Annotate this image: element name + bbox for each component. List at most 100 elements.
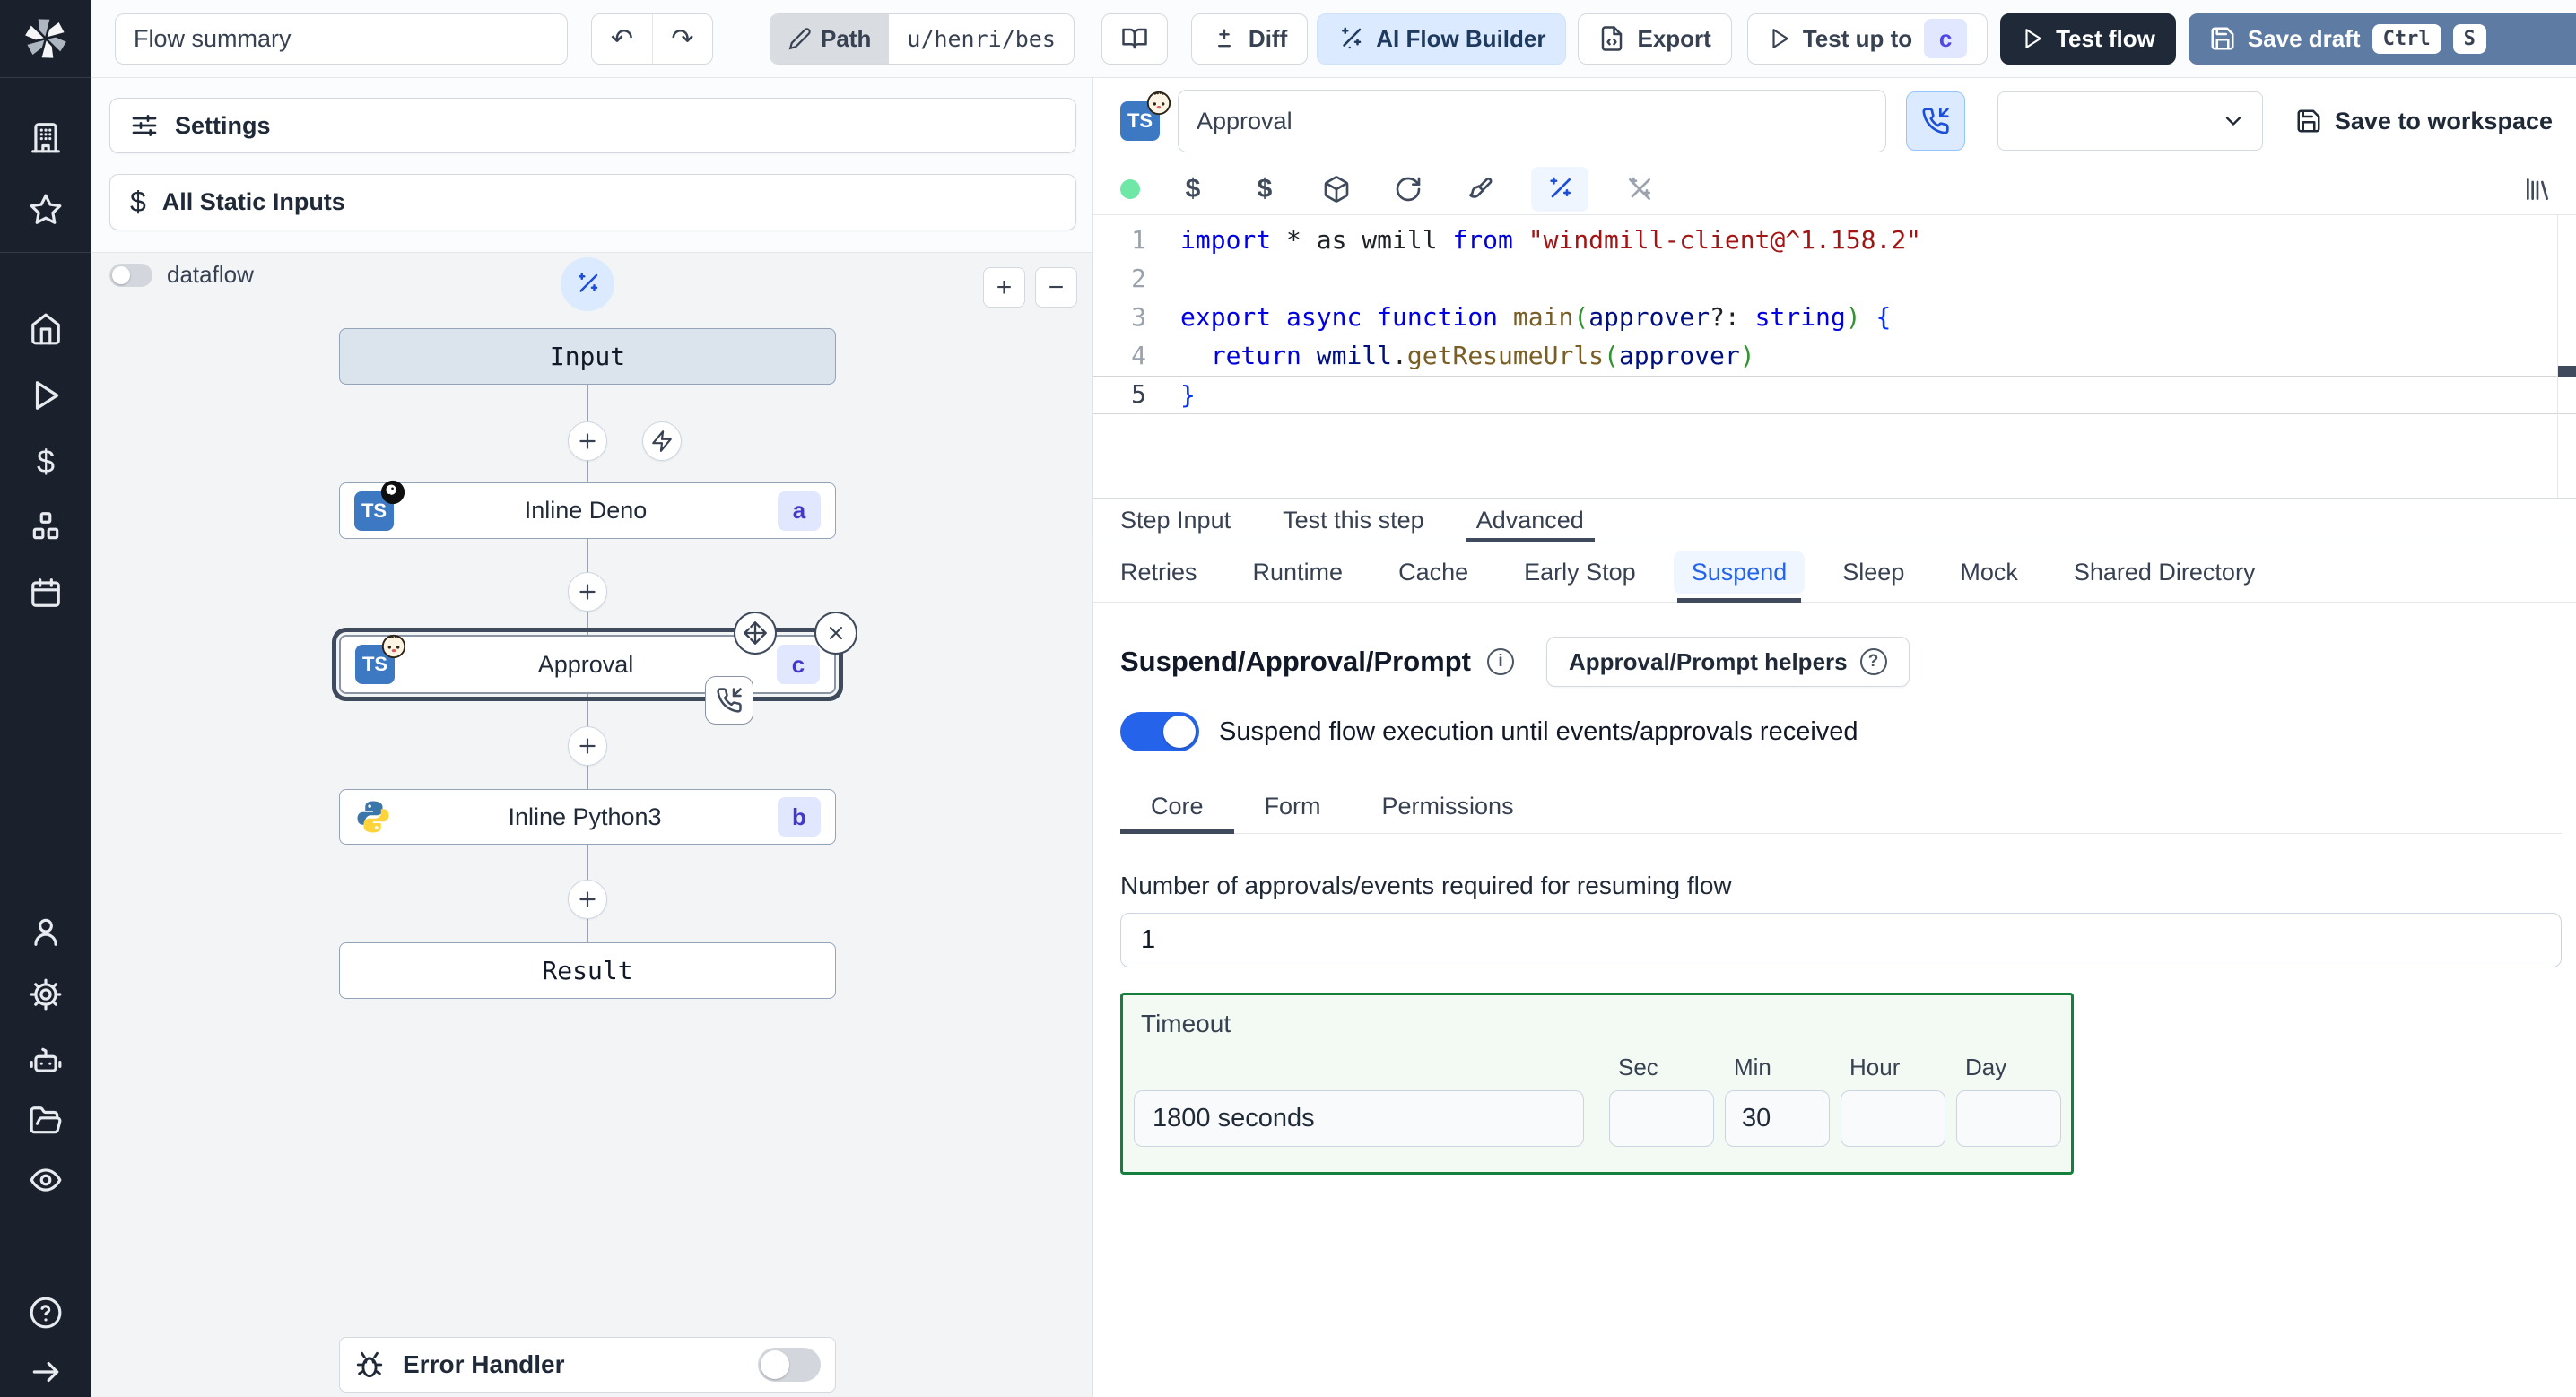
error-handler-row[interactable]: Error Handler [339,1337,836,1393]
sidebar-item-folders[interactable] [0,1089,91,1152]
format-code-button[interactable] [1459,167,1501,212]
help-icon: ? [1859,648,1887,675]
save-draft-button[interactable]: Save draft Ctrl S [2188,13,2576,65]
advanced-tab-suspend[interactable]: Suspend [1673,542,1806,603]
graph-node-result[interactable]: Result [339,942,836,999]
advanced-tab-shared-directory[interactable]: Shared Directory [2074,542,2256,602]
all-static-inputs-button[interactable]: $ All Static Inputs [109,174,1076,230]
export-button[interactable]: Export [1578,13,1732,65]
diff-button[interactable]: Diff [1190,13,1309,65]
timeout-unit-label: Day [1965,1054,2007,1080]
sidebar-item-resources[interactable] [0,495,91,558]
timeout-seconds-input[interactable] [1134,1090,1584,1147]
package-icon [1324,176,1349,203]
sidebar-item-workspace[interactable] [0,106,91,169]
graph-ai-button[interactable] [561,257,614,311]
building-icon [31,123,60,153]
sidebar-item-help[interactable] [0,1281,91,1344]
delete-step-button[interactable] [814,612,857,655]
dollar-icon: $ [130,186,146,218]
reset-code-button[interactable] [1388,167,1429,212]
path-button[interactable]: Path u/henri/bes [770,13,1075,65]
advanced-tab-retries[interactable]: Retries [1120,542,1197,602]
zoom-out-button[interactable]: − [1035,267,1077,308]
error-handler-toggle[interactable] [758,1348,821,1382]
graph-node-input[interactable]: Input [339,328,836,385]
bun-icon [381,634,406,659]
code-editor[interactable]: 12345 import * as wmill from "windmill-c… [1093,215,2576,499]
suspend-tab-core[interactable]: Core [1120,780,1234,834]
docs-button[interactable] [1101,13,1168,65]
tab-advanced[interactable]: Advanced [1465,499,1595,542]
export-icon [1602,26,1623,51]
ai-flow-builder-button[interactable]: AI Flow Builder [1317,13,1567,65]
resource-picker-button[interactable]: $ [1244,167,1285,212]
add-step-button[interactable] [568,880,607,919]
advanced-tab-runtime[interactable]: Runtime [1253,542,1344,602]
timeout-hour-input[interactable] [1841,1090,1945,1147]
suspend-step-indicator-button[interactable] [1906,91,1965,151]
sidebar-item-settings[interactable] [0,963,91,1026]
zoom-in-button[interactable]: + [983,267,1025,308]
code-line[interactable]: } [1093,376,2576,414]
sidebar-item-home[interactable] [0,298,91,360]
test-up-to-step-badge: c [1924,19,1968,58]
save-to-workspace-button[interactable]: Save to workspace [2295,108,2553,135]
add-trigger-button[interactable] [642,421,682,461]
variable-picker-button[interactable]: $ [1172,167,1214,212]
sidebar-item-users[interactable] [0,900,91,963]
flow-settings-button[interactable]: Settings [109,98,1076,153]
sidebar-item-variables[interactable]: $ [0,430,91,493]
approval-prompt-helpers-button[interactable]: Approval/Prompt helpers ? [1545,637,1910,687]
sidebar-item-audit-logs[interactable] [0,1149,91,1211]
flow-summary-input[interactable] [115,13,568,65]
timeout-unit-label: Sec [1618,1054,1658,1080]
ai-flow-builder-label: AI Flow Builder [1376,24,1546,52]
ai-assistant-button[interactable] [1531,167,1588,212]
undo-button[interactable]: ↶ [592,14,652,64]
approvals-count-input[interactable] [1120,913,2562,967]
suspend-approval-badge[interactable] [705,676,753,725]
tab-test-this-step[interactable]: Test this step [1283,499,1424,542]
add-step-button[interactable] [568,572,607,612]
timeout-day-input[interactable] [1956,1090,2061,1147]
timeout-sec-input[interactable] [1609,1090,1714,1147]
code-line[interactable]: return wmill.getResumeUrls(approver) [1093,337,2576,376]
dataflow-toggle[interactable] [109,263,152,287]
suspend-sub-tabs: Core Form Permissions [1120,780,2562,834]
advanced-tab-cache[interactable]: Cache [1398,542,1468,602]
ai-gen-disabled-button[interactable] [1619,167,1660,212]
tab-step-input[interactable]: Step Input [1120,499,1231,542]
step-name-input[interactable] [1178,90,1886,152]
suspend-tab-permissions[interactable]: Permissions [1352,780,1545,833]
sidebar-item-expand[interactable] [0,1341,91,1397]
advanced-tab-mock[interactable]: Mock [1960,542,2018,602]
advanced-tab-early-stop[interactable]: Early Stop [1524,542,1636,602]
sidebar-item-favorites[interactable] [0,178,91,241]
dependencies-button[interactable] [1316,167,1357,212]
graph-node-inline-deno[interactable]: TS Inline Deno a [339,480,836,539]
code-line[interactable] [1093,260,2576,299]
redo-button[interactable]: ↷ [652,13,712,64]
info-icon[interactable]: i [1486,648,1514,675]
advanced-tab-sleep[interactable]: Sleep [1842,542,1904,602]
sidebar-item-workers[interactable] [0,1029,91,1092]
timeout-min-input[interactable] [1725,1090,1830,1147]
test-flow-button[interactable]: Test flow [2000,13,2176,65]
suspend-toggle[interactable] [1120,712,1199,751]
suspend-tab-form[interactable]: Form [1234,780,1352,833]
script-version-select[interactable] [1997,91,2263,151]
graph-node-inline-python3[interactable]: Inline Python3 b [339,789,836,845]
add-step-button[interactable] [568,726,607,766]
test-up-to-button[interactable]: Test up to c [1746,13,1989,65]
sidebar-item-runs[interactable] [0,364,91,427]
move-step-handle[interactable] [734,612,777,655]
editor-status-dot [1120,179,1140,199]
windmill-logo[interactable] [0,0,91,78]
sidebar-item-schedules[interactable] [0,561,91,624]
code-line[interactable]: import * as wmill from "windmill-client@… [1093,221,2576,260]
add-step-button[interactable] [568,421,607,461]
book-open-icon [1122,28,1147,49]
library-button[interactable] [2517,167,2558,212]
code-line[interactable]: export async function main(approver?: st… [1093,299,2576,337]
